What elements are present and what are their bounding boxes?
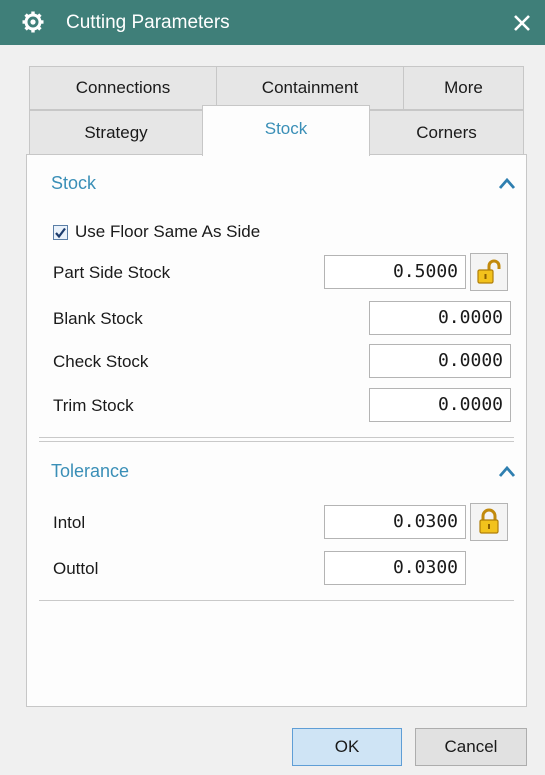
tab-label: Corners <box>416 122 477 142</box>
tab-containment[interactable]: Containment <box>216 66 404 110</box>
close-button[interactable] <box>499 0 545 45</box>
stock-section-title: Stock <box>51 173 97 193</box>
tab-label: Strategy <box>84 122 148 142</box>
tab-label: Stock <box>264 119 308 138</box>
tab-label: Connections <box>75 78 171 97</box>
intol-label: Intol <box>53 513 86 532</box>
unlocked-lock-icon <box>477 259 501 284</box>
cancel-button[interactable]: Cancel <box>415 728 527 766</box>
checkbox-box[interactable] <box>53 224 68 240</box>
part-side-stock-lock-button[interactable] <box>470 253 508 291</box>
tab-corners[interactable]: Corners <box>369 110 524 155</box>
check-stock-label: Check Stock <box>53 352 149 371</box>
gear-icon <box>22 11 44 33</box>
tab-strategy[interactable]: Strategy <box>29 110 203 155</box>
use-floor-same-as-side-label: Use Floor Same As Side <box>75 222 261 241</box>
blank-stock-label: Blank Stock <box>53 309 143 328</box>
close-icon <box>514 14 530 31</box>
outtol-input[interactable]: 0.0300 <box>324 551 466 585</box>
tolerance-section-header[interactable]: Tolerance <box>27 453 526 493</box>
intol-lock-button[interactable] <box>470 503 508 541</box>
intol-input[interactable]: 0.0300 <box>324 505 466 539</box>
checkmark-icon <box>55 227 66 238</box>
trim-stock-label: Trim Stock <box>53 396 134 415</box>
stock-section-header[interactable]: Stock <box>27 165 526 205</box>
chevron-up-icon <box>498 177 516 189</box>
part-side-stock-label: Part Side Stock <box>53 263 171 282</box>
window-title: Cutting Parameters <box>66 12 230 33</box>
tab-more[interactable]: More <box>403 66 524 110</box>
tab-label: More <box>444 78 483 97</box>
title-bar[interactable]: Cutting Parameters <box>0 0 545 45</box>
tab-stock[interactable]: Stock <box>202 105 370 156</box>
use-floor-same-as-side-checkbox[interactable]: Use Floor Same As Side <box>53 222 260 242</box>
tolerance-section-title: Tolerance <box>51 461 130 481</box>
stock-tab-panel: Stock Use Floor Same As Side Part Side S… <box>26 154 527 707</box>
cutting-parameters-dialog: Cutting Parameters Connections Containme… <box>0 0 545 775</box>
chevron-up-icon <box>498 465 516 477</box>
check-stock-input[interactable]: 0.0000 <box>369 344 511 378</box>
trim-stock-input[interactable]: 0.0000 <box>369 388 511 422</box>
tab-label: Containment <box>261 78 359 97</box>
outtol-label: Outtol <box>53 559 99 578</box>
section-divider <box>39 437 514 442</box>
locked-lock-icon <box>479 508 499 534</box>
part-side-stock-input[interactable]: 0.5000 <box>324 255 466 289</box>
section-divider <box>39 600 514 601</box>
blank-stock-input[interactable]: 0.0000 <box>369 301 511 335</box>
tab-connections[interactable]: Connections <box>29 66 217 110</box>
ok-button[interactable]: OK <box>292 728 402 766</box>
